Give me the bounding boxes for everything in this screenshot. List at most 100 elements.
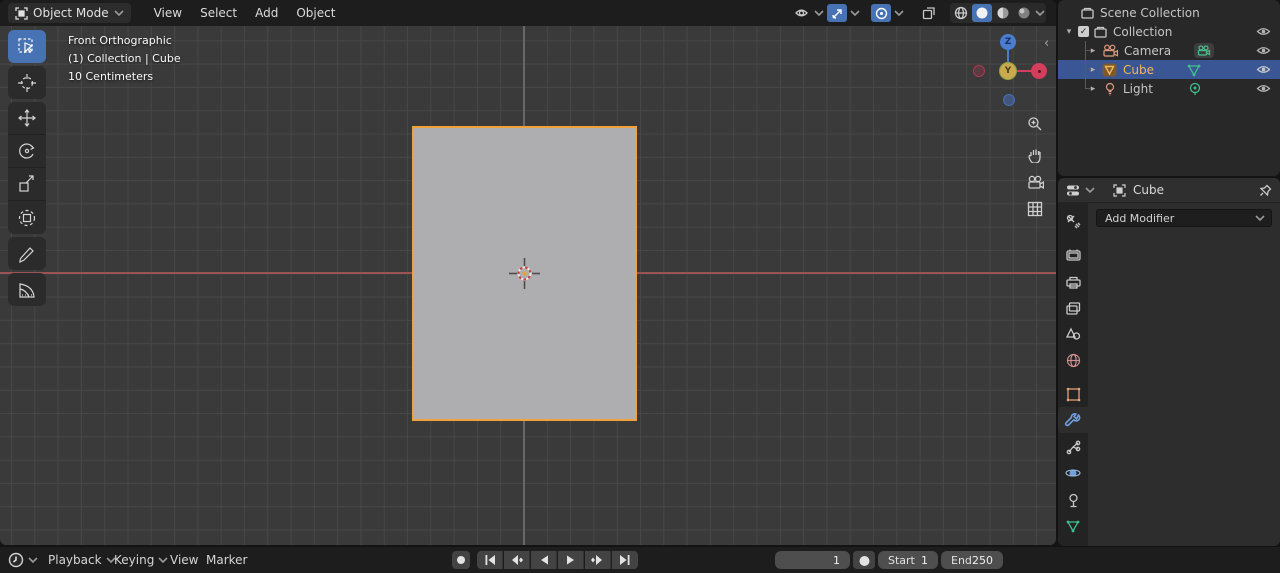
tab-world[interactable] xyxy=(1058,347,1088,373)
gizmo-z-axis[interactable]: Z xyxy=(1000,34,1016,50)
mode-dropdown[interactable]: Object Mode xyxy=(8,3,131,23)
properties-panel: Cube Add Modifier xyxy=(1058,178,1280,546)
tab-particles[interactable] xyxy=(1058,434,1088,460)
eye-icon[interactable] xyxy=(1256,64,1271,75)
auto-keyframe-button[interactable] xyxy=(853,551,875,569)
tab-view-layer[interactable] xyxy=(1058,295,1088,321)
tool-annotate-button[interactable] xyxy=(8,237,46,270)
tab-constraints[interactable] xyxy=(1058,487,1088,513)
pan-button[interactable] xyxy=(1025,145,1045,165)
tool-transform-button[interactable] xyxy=(8,201,46,234)
move-icon xyxy=(18,109,36,127)
light-object-icon xyxy=(1105,82,1115,95)
play-button[interactable] xyxy=(558,551,584,569)
pin-icon[interactable] xyxy=(1259,184,1272,197)
shading-rendered-button[interactable] xyxy=(1014,4,1034,22)
sidebar-collapse-arrow[interactable]: ‹ xyxy=(1044,36,1049,51)
outliner-row-light[interactable]: ▸ Light xyxy=(1058,79,1280,98)
menu-object[interactable]: Object xyxy=(287,2,344,24)
world-globe-icon xyxy=(1066,353,1080,367)
tab-material[interactable] xyxy=(1058,539,1088,546)
frame-end-field[interactable]: End 250 xyxy=(941,551,1003,569)
timeline-editor-type-button[interactable] xyxy=(8,547,38,573)
outliner-label: Light xyxy=(1123,81,1153,96)
chevron-down-icon[interactable] xyxy=(850,9,860,17)
tab-scene[interactable] xyxy=(1058,321,1088,347)
ortho-toggle-button[interactable] xyxy=(1025,199,1045,219)
eye-icon[interactable] xyxy=(1256,45,1271,56)
shading-solid-button[interactable] xyxy=(972,4,992,22)
gizmo-x-neg-axis[interactable] xyxy=(973,65,985,77)
properties-editor-icon[interactable] xyxy=(1066,184,1083,197)
tool-measure-button[interactable] xyxy=(8,273,46,306)
gizmo-z-neg-axis[interactable] xyxy=(1003,94,1015,106)
tab-object-data[interactable] xyxy=(1058,513,1088,539)
outliner-row-camera[interactable]: ▸ Camera xyxy=(1058,41,1280,60)
light-data-badge[interactable] xyxy=(1188,82,1202,96)
stopwatch-icon xyxy=(859,554,869,566)
eye-icon[interactable] xyxy=(1256,26,1271,37)
tab-physics[interactable] xyxy=(1058,460,1088,486)
overlay-view-name: Front Orthographic xyxy=(68,34,172,47)
outliner-row-scene-collection[interactable]: Scene Collection xyxy=(1058,3,1280,22)
overlay-context: (1) Collection | Cube xyxy=(68,52,181,65)
next-keyframe-button[interactable] xyxy=(585,551,611,569)
menu-add[interactable]: Add xyxy=(246,2,287,24)
overlays-toggle-button[interactable] xyxy=(919,4,939,22)
gizmo-x-axis[interactable] xyxy=(1031,63,1047,79)
outliner-row-collection[interactable]: ▾ ✓ Collection xyxy=(1058,22,1280,41)
record-button[interactable] xyxy=(452,551,470,569)
tab-output[interactable] xyxy=(1058,269,1088,295)
disclosure-down-icon[interactable]: ▾ xyxy=(1064,27,1074,37)
chevron-down-icon[interactable] xyxy=(1085,186,1095,194)
mesh-data-badge[interactable] xyxy=(1186,63,1202,77)
material-sphere-icon xyxy=(1066,545,1081,547)
chevron-down-icon[interactable] xyxy=(894,9,904,17)
gizmo-y-axis[interactable]: Y xyxy=(999,62,1017,80)
menu-view[interactable]: View xyxy=(145,2,191,24)
zoom-button[interactable] xyxy=(1025,114,1045,134)
prev-keyframe-button[interactable] xyxy=(504,551,530,569)
tab-render[interactable] xyxy=(1058,241,1088,267)
current-frame-field[interactable]: 1 xyxy=(775,551,850,569)
timeline-menu-playback[interactable]: Playback xyxy=(48,547,116,573)
jump-to-start-button[interactable] xyxy=(477,551,503,569)
record-icon xyxy=(457,556,465,564)
tab-object[interactable] xyxy=(1058,381,1088,407)
modifiers-wrench-icon xyxy=(1065,412,1081,427)
tree-guide-stub xyxy=(1085,69,1091,70)
menu-select[interactable]: Select xyxy=(191,2,246,24)
breadcrumb-object-name: Cube xyxy=(1133,183,1164,197)
shading-material-button[interactable] xyxy=(993,4,1013,22)
tool-cursor-button[interactable] xyxy=(8,66,46,99)
3d-viewport[interactable]: Object Mode View Select Add Object Front… xyxy=(0,0,1056,545)
tool-move-button[interactable] xyxy=(8,102,46,135)
shading-wireframe-button[interactable] xyxy=(951,4,971,22)
camera-data-badge[interactable] xyxy=(1194,43,1214,58)
tab-modifiers[interactable] xyxy=(1058,407,1088,433)
chevron-down-icon[interactable] xyxy=(814,9,824,17)
chevron-down-icon[interactable] xyxy=(1035,9,1045,17)
snap-toggle-button[interactable] xyxy=(827,4,847,22)
tool-rotate-button[interactable] xyxy=(8,135,46,168)
timeline-menu-marker[interactable]: Marker xyxy=(206,547,247,573)
collection-checkbox[interactable]: ✓ xyxy=(1078,26,1089,37)
timeline-menu-view[interactable]: View xyxy=(170,547,198,573)
play-reverse-button[interactable] xyxy=(531,551,557,569)
tool-scale-button[interactable] xyxy=(8,168,46,201)
frame-start-field[interactable]: Start 1 xyxy=(878,551,938,569)
proportional-editing-button[interactable] xyxy=(871,4,891,22)
jump-to-end-button[interactable] xyxy=(612,551,638,569)
eye-icon[interactable] xyxy=(1256,83,1271,94)
tab-tool[interactable] xyxy=(1058,208,1088,234)
chevron-down-icon xyxy=(28,557,38,564)
object-data-mesh-icon xyxy=(1066,520,1080,533)
add-modifier-dropdown[interactable]: Add Modifier xyxy=(1096,209,1272,227)
outliner-row-cube[interactable]: ▸ Cube xyxy=(1058,60,1280,79)
timeline-bar: Playback Keying View Marker 1 Start 1 En… xyxy=(0,547,1280,573)
timeline-menu-keying[interactable]: Keying xyxy=(114,547,168,573)
next-keyframe-icon xyxy=(591,555,602,565)
camera-view-button[interactable] xyxy=(1025,172,1045,192)
show-gizmo-button[interactable] xyxy=(791,4,811,22)
tool-select-box-button[interactable] xyxy=(8,30,46,63)
